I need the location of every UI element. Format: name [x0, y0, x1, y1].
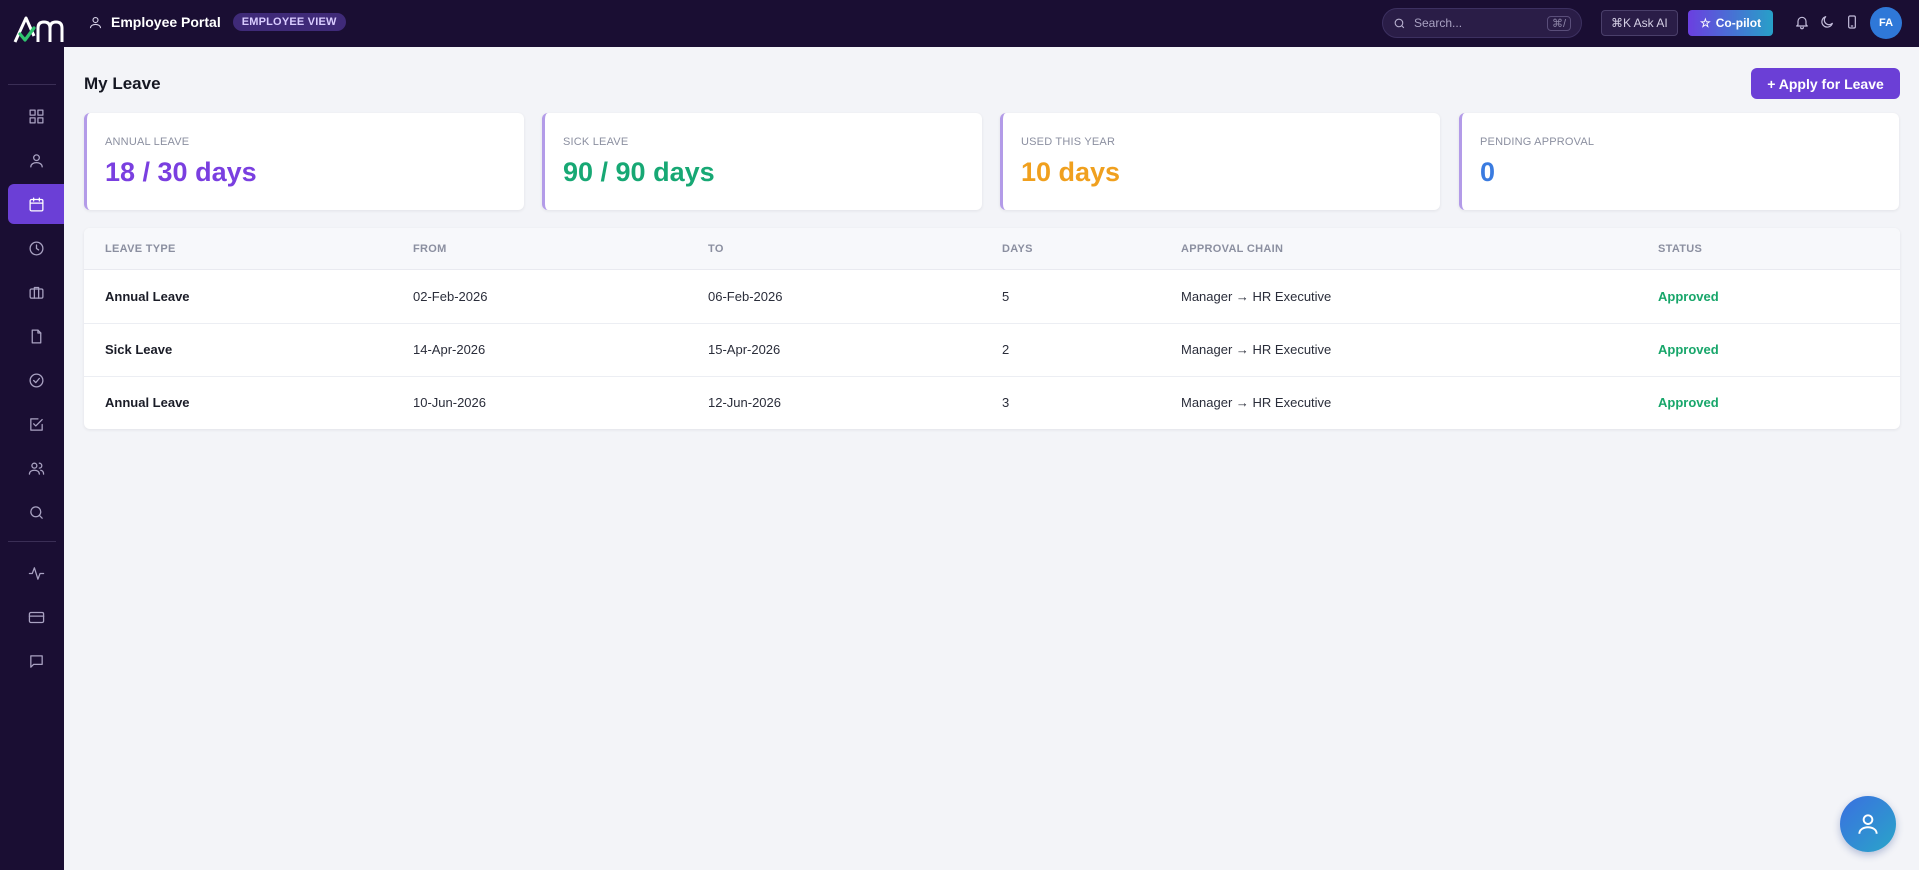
column-header-to: TO: [708, 243, 724, 255]
assistant-fab-button[interactable]: [1840, 796, 1896, 852]
theme-toggle-button[interactable]: [1817, 12, 1837, 32]
copilot-label: Co-pilot: [1715, 16, 1762, 30]
sidebar-item-search[interactable]: [8, 492, 64, 532]
column-header-days: DAYS: [1002, 243, 1033, 255]
copilot-button[interactable]: ☆ Co-pilot: [1688, 10, 1774, 36]
top-bar: Employee Portal EMPLOYEE VIEW ⌘/ ⌘K Ask …: [64, 0, 1919, 47]
sidebar-divider: [8, 541, 56, 542]
sick-leave-card: SICK LEAVE 90 / 90 days: [542, 113, 982, 210]
credit-card-icon: [28, 611, 44, 623]
card-value: 18 / 30 days: [105, 157, 257, 187]
search-input[interactable]: [1414, 16, 1544, 30]
annual-leave-card: ANNUAL LEAVE 18 / 30 days: [84, 113, 524, 210]
sidebar-item-profile[interactable]: [8, 140, 64, 180]
sidebar-item-messages[interactable]: [8, 641, 64, 681]
table-row[interactable]: Annual Leave 02-Feb-2026 06-Feb-2026 5 M…: [84, 271, 1900, 324]
bell-icon: [1796, 16, 1808, 30]
search-icon: [29, 505, 43, 519]
status-badge: Approved: [1658, 342, 1719, 357]
column-header-approval-chain: APPROVAL CHAIN: [1181, 243, 1284, 255]
sidebar-item-tasks[interactable]: [8, 404, 64, 444]
sidebar-item-attendance[interactable]: [8, 228, 64, 268]
portal-title: Employee Portal: [111, 14, 221, 30]
sidebar-item-team[interactable]: [8, 448, 64, 488]
table-row[interactable]: Annual Leave 10-Jun-2026 12-Jun-2026 3 M…: [84, 377, 1900, 429]
status-badge: Approved: [1658, 395, 1719, 410]
cell-approval-chain: Manager → HR Executive: [1181, 289, 1332, 304]
card-value: 90 / 90 days: [563, 157, 715, 187]
avatar[interactable]: FA: [1870, 7, 1902, 39]
search-shortcut: ⌘/: [1546, 15, 1571, 31]
used-this-year-card: USED THIS YEAR 10 days: [1000, 113, 1440, 210]
sidebar-divider: [8, 84, 56, 85]
cell-leave-type: Sick Leave: [105, 342, 173, 357]
grid-icon: [28, 108, 44, 124]
cell-to: 06-Feb-2026: [708, 289, 783, 304]
notifications-button[interactable]: [1792, 12, 1812, 32]
sidebar-item-activity[interactable]: [8, 553, 64, 593]
mobile-view-button[interactable]: [1842, 12, 1862, 32]
cell-days: 3: [1002, 395, 1010, 410]
sidebar-item-documents[interactable]: [8, 316, 64, 356]
leave-table: LEAVE TYPE FROM TO DAYS APPROVAL CHAIN S…: [84, 228, 1900, 429]
page-title: My Leave: [84, 74, 161, 93]
card-label: SICK LEAVE: [563, 136, 629, 148]
cell-approval-chain: Manager → HR Executive: [1181, 342, 1332, 357]
sidebar: [0, 0, 64, 870]
pending-approval-card: PENDING APPROVAL 0: [1459, 113, 1899, 210]
ask-ai-button[interactable]: ⌘K Ask AI: [1601, 10, 1678, 36]
search-box[interactable]: ⌘/: [1382, 8, 1582, 38]
status-badge: Approved: [1658, 289, 1719, 304]
column-header-from: FROM: [413, 243, 447, 255]
document-icon: [31, 328, 41, 344]
cell-days: 2: [1002, 342, 1010, 357]
card-label: PENDING APPROVAL: [1480, 136, 1595, 148]
check-circle-icon: [28, 372, 44, 388]
card-label: USED THIS YEAR: [1021, 136, 1116, 148]
activity-icon: [28, 566, 44, 580]
cell-from: 10-Jun-2026: [413, 395, 486, 410]
search-icon: [1394, 18, 1405, 28]
check-square-icon: [29, 417, 43, 431]
cell-from: 02-Feb-2026: [413, 289, 488, 304]
cell-to: 15-Apr-2026: [708, 342, 781, 357]
cell-days: 5: [1002, 289, 1010, 304]
cell-to: 12-Jun-2026: [708, 395, 781, 410]
card-value: 10 days: [1021, 157, 1121, 187]
star-icon: ☆: [1700, 16, 1711, 30]
user-icon: [89, 16, 102, 28]
column-header-leave-type: LEAVE TYPE: [105, 243, 176, 255]
brand-logo[interactable]: [12, 12, 64, 46]
clock-icon: [28, 240, 44, 256]
table-row[interactable]: Sick Leave 14-Apr-2026 15-Apr-2026 2 Man…: [84, 324, 1900, 377]
view-badge: EMPLOYEE VIEW: [232, 13, 346, 31]
cell-from: 14-Apr-2026: [413, 342, 486, 357]
cell-approval-chain: Manager → HR Executive: [1181, 395, 1332, 410]
column-header-status: STATUS: [1658, 243, 1703, 255]
portal-header: Employee Portal EMPLOYEE VIEW: [88, 13, 346, 31]
moon-icon: [1821, 16, 1833, 28]
user-icon: [29, 153, 43, 168]
card-value: 0: [1480, 157, 1496, 187]
phone-icon: [1848, 15, 1856, 29]
sidebar-item-dashboard[interactable]: [8, 96, 64, 136]
cell-leave-type: Annual Leave: [105, 289, 190, 304]
calendar-icon: [28, 196, 44, 212]
card-label: ANNUAL LEAVE: [105, 136, 190, 148]
sidebar-item-payroll[interactable]: [8, 597, 64, 637]
sidebar-item-leave[interactable]: [8, 184, 64, 224]
table-header: LEAVE TYPE FROM TO DAYS APPROVAL CHAIN S…: [84, 228, 1900, 270]
message-icon: [29, 654, 43, 668]
briefcase-icon: [28, 286, 44, 299]
sidebar-item-jobs[interactable]: [8, 272, 64, 312]
apply-for-leave-button[interactable]: + Apply for Leave: [1751, 68, 1900, 99]
sidebar-item-approvals[interactable]: [8, 360, 64, 400]
cell-leave-type: Annual Leave: [105, 395, 190, 410]
user-icon: [1858, 814, 1878, 834]
users-icon: [28, 462, 44, 475]
